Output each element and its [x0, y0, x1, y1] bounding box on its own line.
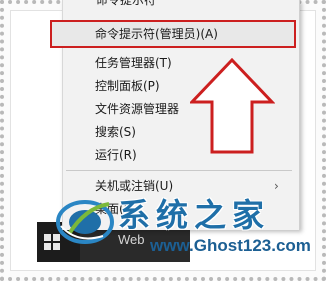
watermark-url: www.Ghost123.com: [150, 236, 311, 255]
menu-item-cmd-admin[interactable]: 命令提示符(管理员)(A): [95, 23, 218, 45]
menu-item-file-explorer[interactable]: 文件资源管理器: [95, 98, 179, 120]
menu-item-control-panel[interactable]: 控制面板(P): [95, 75, 160, 97]
watermark-logo-icon: [56, 200, 114, 244]
menu-item-search[interactable]: 搜索(S): [95, 121, 136, 143]
watermark-title: 系统之家: [118, 196, 271, 234]
chevron-right-icon: ›: [274, 179, 279, 193]
red-up-arrow-icon: [190, 58, 275, 154]
menu-separator: [66, 170, 292, 171]
menu-item-task-manager[interactable]: 任务管理器(T): [95, 52, 172, 74]
menu-item-run[interactable]: 运行(R): [95, 144, 137, 166]
menu-item-cutoff[interactable]: 命令提示符: [96, 0, 156, 9]
